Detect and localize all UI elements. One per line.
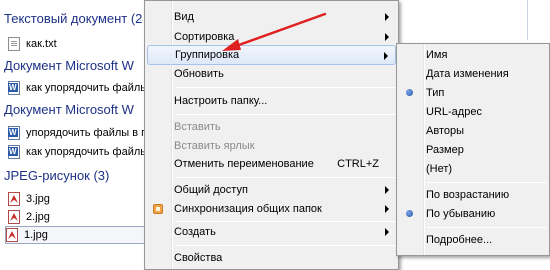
menu-item-paste[interactable]: Вставить [147, 117, 396, 137]
word-doc-icon [8, 126, 20, 140]
submenu-arrow-icon [385, 13, 389, 21]
menu-item-customize-folder[interactable]: Настроить папку... [147, 91, 396, 111]
submenu-arrow-icon [385, 186, 389, 194]
menu-item-share[interactable]: Общий доступ [147, 180, 396, 200]
menu-item-sync-folders[interactable]: Синхронизация общих папок [147, 199, 396, 219]
submenu-item-label: Тип [426, 87, 445, 99]
menu-item-label: Обновить [174, 68, 224, 80]
submenu-item-label: По возрастанию [426, 189, 510, 201]
group-header-text-document[interactable]: Текстовый документ (2 [4, 11, 142, 26]
radio-dot-icon [406, 210, 413, 217]
file-name: 3.jpg [26, 193, 50, 205]
file-name: упорядочить файлы в па [26, 127, 154, 139]
file-name: 1.jpg [24, 229, 48, 241]
submenu-item-date-modified[interactable]: Дата изменения [399, 64, 547, 84]
submenu-item-type[interactable]: Тип [399, 83, 547, 103]
menu-item-label: Группировка [175, 49, 240, 61]
submenu-item-more[interactable]: Подробнее... [399, 230, 547, 250]
txt-file-icon [8, 37, 20, 51]
jpeg-file-icon [6, 228, 18, 242]
submenu-item-label: Дата изменения [426, 68, 509, 80]
file-name: как упорядочить файлы [26, 82, 149, 94]
submenu-separator [427, 227, 547, 228]
file-name: как.txt [26, 38, 57, 50]
submenu-arrow-icon [385, 33, 389, 41]
menu-item-new[interactable]: Создать [147, 222, 396, 242]
menu-item-undo-rename[interactable]: Отменить переименование CTRL+Z [147, 154, 396, 174]
submenu-item-none[interactable]: (Нет) [399, 159, 547, 179]
menu-item-label: Общий доступ [174, 184, 248, 196]
menu-separator [175, 245, 396, 246]
submenu-item-label: URL-адрес [426, 106, 482, 118]
submenu-item-ascending[interactable]: По возрастанию [399, 185, 547, 205]
jpeg-file-icon [8, 210, 20, 224]
menu-item-properties[interactable]: Свойства [147, 248, 396, 268]
group-header-word-doc-2[interactable]: Документ Microsoft W [4, 102, 134, 117]
submenu-item-label: Имя [426, 49, 448, 61]
submenu-separator [427, 182, 547, 183]
submenu-item-name[interactable]: Имя [399, 45, 547, 65]
word-doc-icon [8, 81, 20, 95]
menu-separator [175, 114, 396, 115]
submenu-arrow-icon [385, 228, 389, 236]
menu-item-label: Создать [174, 226, 216, 238]
submenu-item-label: Размер [426, 144, 464, 156]
menu-item-label: Свойства [174, 252, 223, 264]
jpeg-file-icon [8, 192, 20, 206]
menu-separator [175, 87, 396, 88]
submenu-item-authors[interactable]: Авторы [399, 121, 547, 141]
submenu-item-url[interactable]: URL-адрес [399, 102, 547, 122]
menu-item-label: Вставить ярлык [174, 140, 255, 152]
menu-item-sort[interactable]: Сортировка [147, 27, 396, 47]
menu-item-label: Вставить [174, 121, 221, 133]
word-doc-icon [8, 145, 20, 159]
submenu-arrow-icon [385, 205, 389, 213]
submenu-item-descending[interactable]: По убыванию [399, 204, 547, 224]
submenu-item-size[interactable]: Размер [399, 140, 547, 160]
menu-item-label: Отменить переименование [174, 158, 314, 170]
window-divider [527, 0, 528, 40]
menu-item-label: Синхронизация общих папок [174, 203, 322, 215]
submenu-arrow-icon [384, 52, 388, 60]
submenu-item-label: Авторы [426, 125, 464, 137]
menu-item-refresh[interactable]: Обновить [147, 64, 396, 84]
file-name: 2.jpg [26, 211, 50, 223]
menu-item-paste-shortcut[interactable]: Вставить ярлык [147, 136, 396, 156]
context-menu: Вид Сортировка Группировка Обновить Наст… [144, 0, 399, 270]
submenu-item-label: (Нет) [426, 163, 453, 175]
menu-item-label: Настроить папку... [174, 95, 268, 107]
file-item[interactable]: 2.jpg [8, 208, 50, 226]
radio-dot-icon [406, 89, 413, 96]
file-item[interactable]: 3.jpg [8, 190, 50, 208]
menu-item-group[interactable]: Группировка [147, 45, 396, 65]
file-name: как упорядочить файлы [26, 146, 149, 158]
group-header-jpeg[interactable]: JPEG-рисунок (3) [4, 168, 109, 183]
sync-folder-icon [153, 204, 163, 214]
submenu-item-label: Подробнее... [426, 234, 493, 246]
menu-item-view[interactable]: Вид [147, 7, 396, 27]
submenu-item-label: По убыванию [426, 208, 496, 220]
menu-item-label: Вид [174, 11, 194, 23]
file-item[interactable]: упорядочить файлы в па [8, 124, 153, 142]
menu-item-shortcut: CTRL+Z [337, 158, 379, 170]
menu-separator [175, 177, 396, 178]
file-item[interactable]: как упорядочить файлы [8, 79, 148, 97]
file-item[interactable]: как.txt [8, 35, 57, 53]
menu-item-label: Сортировка [174, 31, 235, 43]
group-by-submenu: Имя Дата изменения Тип URL-адрес Авторы … [396, 43, 550, 256]
file-item[interactable]: как упорядочить файлы [8, 143, 148, 161]
group-header-word-doc-1[interactable]: Документ Microsoft W [4, 58, 134, 73]
